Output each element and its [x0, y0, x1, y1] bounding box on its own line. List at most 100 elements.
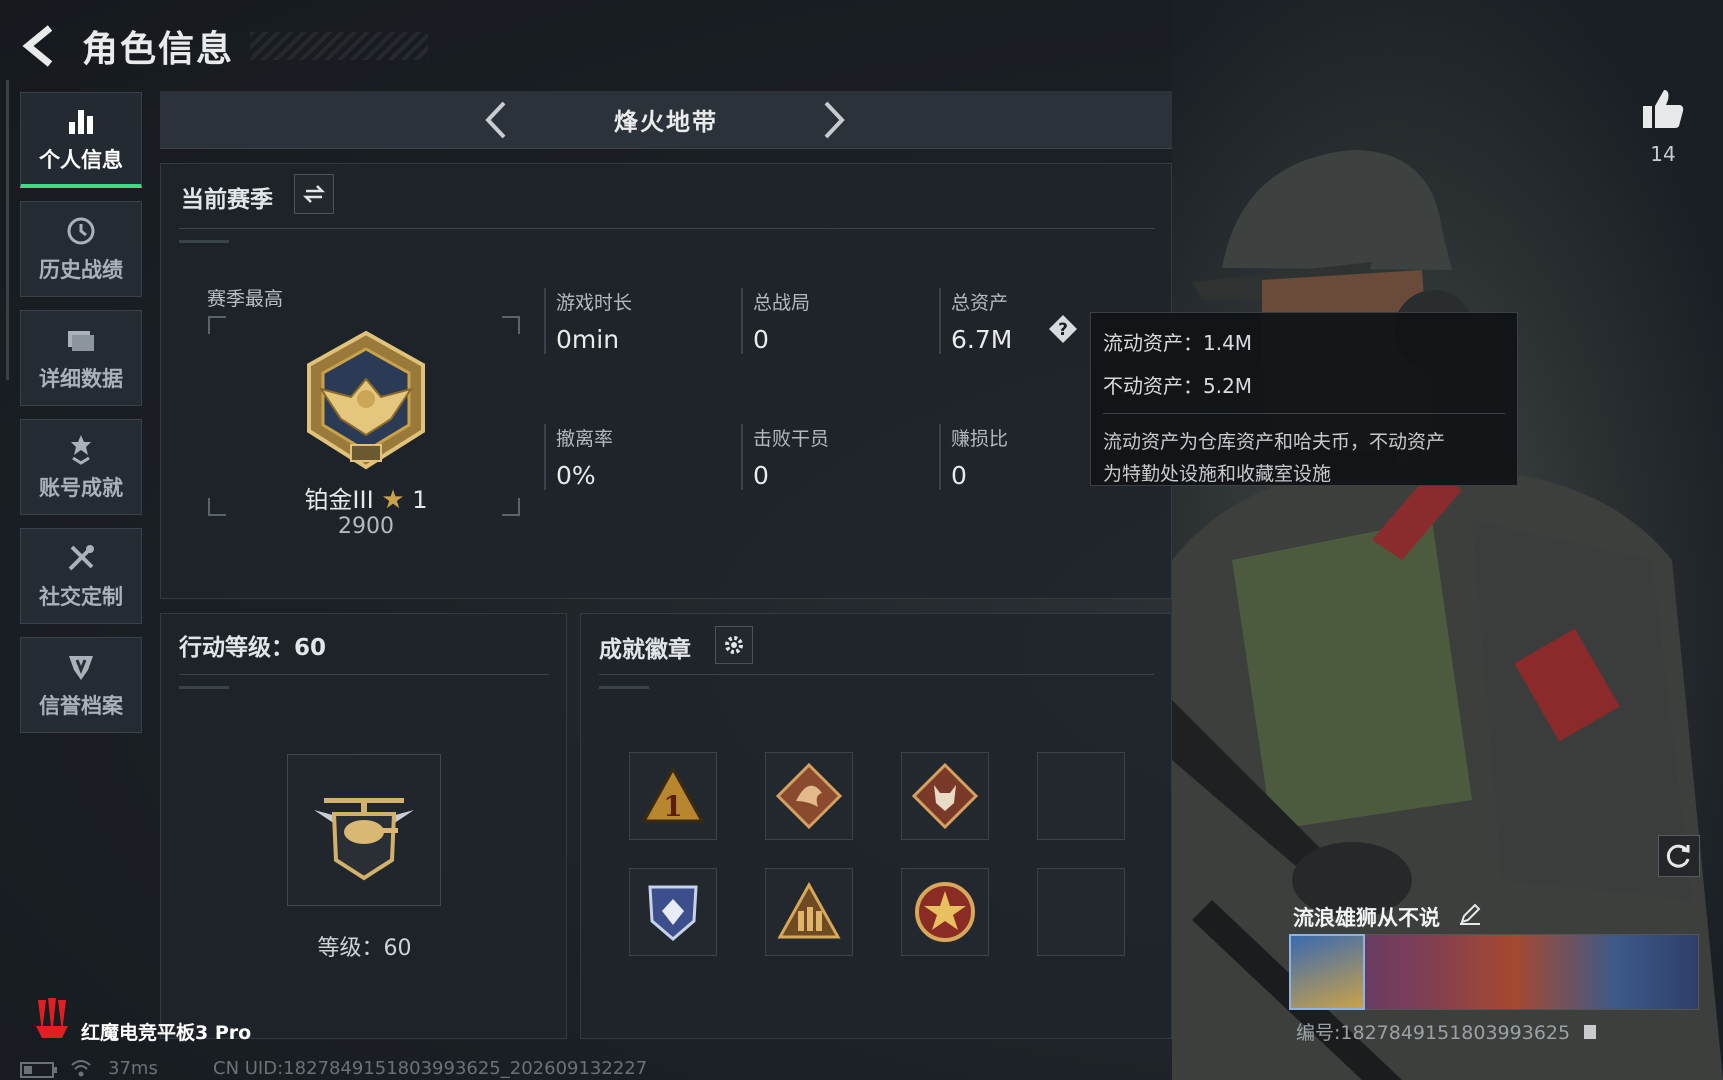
sidebar-item-credit[interactable]: 信誉档案 [20, 637, 142, 733]
sidebar-item-social-custom[interactable]: 社交定制 [20, 528, 142, 624]
stat-extract-rate: 撤离率 0% [544, 424, 724, 490]
badge-slot[interactable] [765, 752, 853, 840]
history-icon [67, 217, 95, 245]
achievement-badge-panel: 成就徽章 1 [580, 613, 1172, 1039]
stat-total-matches: 总战局 0 [741, 288, 921, 354]
badge-slot-empty[interactable] [1037, 868, 1125, 956]
sidebar-item-label: 个人信息 [39, 147, 123, 172]
map-selector: 烽火地带 [160, 91, 1172, 149]
tools-icon [68, 545, 94, 571]
frame-corner [208, 498, 226, 516]
sidebar: 个人信息 历史战绩 详细数据 账号成就 社交定制 信誉档案 [20, 92, 142, 746]
stat-value: 0 [753, 325, 769, 354]
sidebar-item-achievements[interactable]: 账号成就 [20, 419, 142, 515]
stat-label: 游戏时长 [556, 292, 633, 314]
sidebar-scrollbar[interactable] [6, 80, 9, 380]
bar-chart-icon [69, 109, 93, 134]
svg-text:1: 1 [663, 790, 682, 823]
swap-icon [302, 185, 326, 203]
sidebar-item-label: 账号成就 [39, 476, 123, 500]
sidebar-item-label: 社交定制 [39, 585, 123, 609]
stat-value: 0% [556, 461, 596, 490]
soldiers-triangle-icon [777, 881, 841, 939]
device-brand: 红魔电竞平板3 Pro [81, 1022, 252, 1044]
frame-corner [502, 498, 520, 516]
rank-name: 铂金III [304, 486, 374, 514]
battery-icon [20, 1062, 57, 1078]
badge-title: 成就徽章 [599, 637, 691, 663]
wifi-icon [71, 1060, 91, 1077]
wolf-diamond-icon [911, 762, 979, 830]
rank-points: 2900 [338, 514, 394, 539]
uid-watermark: CN UID:1827849151803993625_202609132227 [213, 1058, 648, 1079]
stat-kills: 击败干员 0 [741, 424, 921, 490]
star-icon: ★ [381, 485, 405, 515]
switch-season-button[interactable] [294, 174, 334, 214]
help-icon[interactable]: ? [1048, 314, 1078, 344]
divider-accent [179, 240, 229, 243]
tooltip-divider [1103, 413, 1505, 414]
shield-icon [69, 656, 93, 680]
map-name: 烽火地带 [614, 108, 718, 136]
liquid-assets: 流动资产：1.4M [1103, 331, 1253, 355]
folder-icon [68, 331, 94, 351]
chevron-right-icon [824, 101, 845, 139]
tooltip-desc-line: 为特勤处设施和收藏室设施 [1103, 463, 1332, 485]
stat-label: 击败干员 [753, 428, 830, 450]
header: 角色信息 [20, 18, 428, 74]
svg-text:?: ? [1058, 320, 1068, 340]
like-count: 14 [1650, 142, 1676, 166]
fixed-assets: 不动资产：5.2M [1103, 374, 1253, 398]
gear-icon [725, 636, 743, 654]
assets-tooltip: 流动资产：1.4M 不动资产：5.2M 流动资产为仓库资产和哈夫币，不动资产 为… [1090, 312, 1518, 486]
action-level-panel: 行动等级：60 等级：60 [160, 613, 567, 1039]
platinum-rank-badge-icon [307, 330, 425, 470]
stat-label: 总战局 [753, 292, 811, 314]
tooltip-description: 流动资产为仓库资产和哈夫币，不动资产 为特勤处设施和收藏室设施 [1103, 426, 1505, 490]
divider [599, 674, 1154, 675]
copy-icon[interactable] [1582, 1021, 1598, 1039]
badge-slot[interactable] [901, 752, 989, 840]
helicopter-emblem-icon [314, 798, 414, 881]
frame-corner [502, 316, 520, 334]
achievement-icon [71, 435, 91, 465]
rank-one-triangle-icon: 1 [641, 765, 705, 823]
dragon-diamond-icon [775, 762, 843, 830]
sidebar-item-personal-info[interactable]: 个人信息 [20, 92, 142, 188]
refresh-icon [1666, 844, 1690, 868]
stat-play-time: 游戏时长 0min [544, 288, 724, 354]
back-arrow-icon[interactable] [20, 24, 60, 68]
tooltip-desc-line: 流动资产为仓库资产和哈夫币，不动资产 [1103, 431, 1446, 453]
ping-value: 37ms [108, 1058, 158, 1079]
badge-slot[interactable]: 1 [629, 752, 717, 840]
player-name: 流浪雄狮从不说 [1293, 906, 1440, 930]
name-card-avatar [1289, 934, 1365, 1010]
title-decoration [250, 32, 428, 60]
sidebar-item-label: 信誉档案 [39, 694, 123, 718]
badge-slot-empty[interactable] [1037, 752, 1125, 840]
divider-accent [599, 686, 649, 689]
season-title: 当前赛季 [181, 187, 273, 213]
sidebar-item-label: 详细数据 [39, 367, 123, 391]
badge-settings-button[interactable] [715, 626, 753, 664]
divider [179, 228, 1155, 229]
page-title: 角色信息 [82, 29, 235, 70]
prev-map-button[interactable] [480, 99, 510, 141]
next-map-button[interactable] [820, 99, 850, 141]
rotate-character-button[interactable] [1658, 835, 1700, 877]
action-level-title: 行动等级：60 [179, 635, 327, 661]
stat-value: 0min [556, 325, 620, 354]
edit-pencil-icon[interactable] [1458, 902, 1482, 926]
stat-label: 总资产 [951, 292, 1009, 314]
frame-corner [208, 316, 226, 334]
crystal-shield-icon [648, 885, 698, 941]
sidebar-item-detailed-data[interactable]: 详细数据 [20, 310, 142, 406]
season-best-label: 赛季最高 [207, 288, 284, 310]
divider [179, 674, 549, 675]
thumbs-up-icon[interactable] [1640, 86, 1686, 132]
badge-slot[interactable] [765, 868, 853, 956]
sidebar-item-history[interactable]: 历史战绩 [20, 201, 142, 297]
stat-value: 0 [753, 461, 769, 490]
badge-slot[interactable] [901, 868, 989, 956]
badge-slot[interactable] [629, 868, 717, 956]
